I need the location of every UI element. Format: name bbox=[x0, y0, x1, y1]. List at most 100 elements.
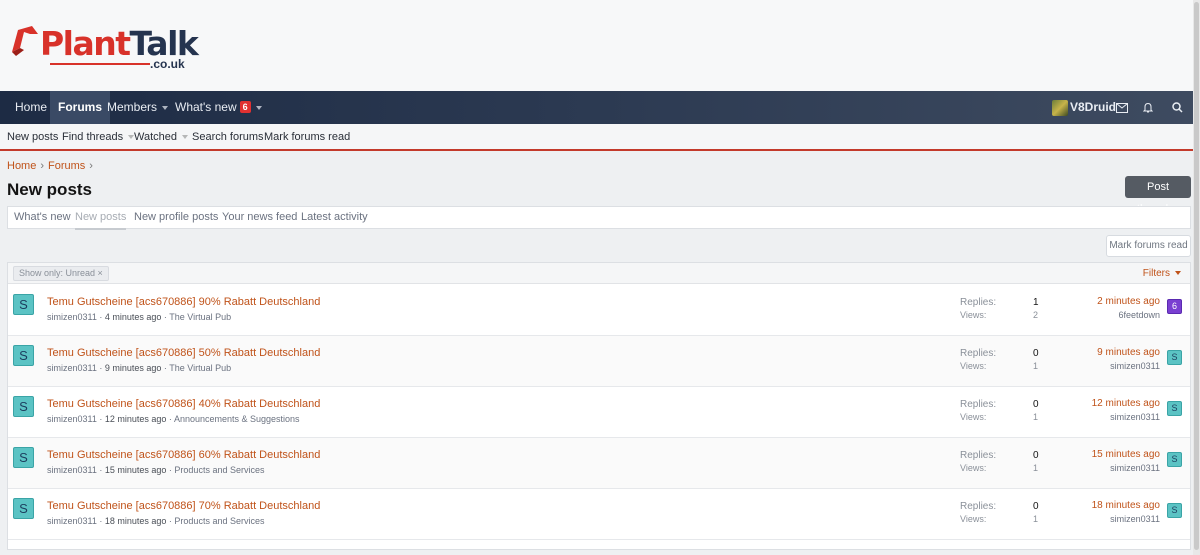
avatar[interactable]: S bbox=[13, 498, 34, 519]
last-post-time[interactable]: 2 minutes ago bbox=[1097, 296, 1160, 307]
bell-icon bbox=[1142, 103, 1154, 113]
thread-list: Show only: Unread × Filters S Temu Gutsc… bbox=[7, 262, 1191, 550]
envelope-icon bbox=[1116, 102, 1128, 113]
inbox-button[interactable] bbox=[1116, 91, 1128, 124]
main-nav: Home Forums Members What's new 6 V8Druid bbox=[0, 91, 1193, 124]
last-poster-avatar[interactable]: 6 bbox=[1167, 299, 1182, 314]
replies-count: 0 bbox=[1033, 399, 1039, 410]
thread-author[interactable]: simizen0311 bbox=[47, 312, 97, 322]
chevron-down-icon bbox=[255, 105, 262, 110]
sub-nav: New posts Find threads Watched Search fo… bbox=[0, 124, 1193, 151]
user-menu[interactable]: V8Druid bbox=[1052, 91, 1116, 124]
thread-title[interactable]: Temu Gutscheine [acs670886] 50% Rabatt D… bbox=[47, 347, 320, 359]
last-post-user[interactable]: simizen0311 bbox=[1110, 361, 1160, 371]
views-label: Views: bbox=[960, 514, 987, 524]
whats-new-badge: 6 bbox=[239, 101, 251, 113]
watched-label: Watched bbox=[134, 131, 178, 143]
replies-count: 0 bbox=[1033, 348, 1039, 359]
avatar[interactable]: S bbox=[13, 396, 34, 417]
last-poster-avatar[interactable]: S bbox=[1167, 503, 1182, 518]
tabs: What's new New posts New profile posts Y… bbox=[7, 206, 1191, 230]
last-post-time[interactable]: 9 minutes ago bbox=[1097, 347, 1160, 358]
scrollbar-thumb[interactable] bbox=[1194, 2, 1199, 550]
thread-author[interactable]: simizen0311 bbox=[47, 465, 97, 475]
last-poster-avatar[interactable]: S bbox=[1167, 401, 1182, 416]
replies-label: Replies: bbox=[960, 348, 997, 359]
nav-whats-new-label: What's new bbox=[175, 100, 237, 114]
nav-members-label: Members bbox=[107, 100, 158, 114]
nav-home-label: Home bbox=[15, 100, 48, 114]
thread-time: 18 minutes ago bbox=[104, 516, 167, 526]
nav-whats-new[interactable]: What's new 6 bbox=[175, 91, 262, 124]
last-post-user[interactable]: simizen0311 bbox=[1110, 463, 1160, 473]
thread-title[interactable]: Temu Gutscheine [acs670886] 60% Rabatt D… bbox=[47, 449, 320, 461]
thread-title[interactable]: Temu Gutscheine [acs670886] 40% Rabatt D… bbox=[47, 398, 320, 410]
last-post-user[interactable]: simizen0311 bbox=[1110, 412, 1160, 422]
thread-time: 4 minutes ago bbox=[104, 312, 162, 322]
last-post-time[interactable]: 12 minutes ago bbox=[1092, 398, 1160, 409]
last-post-user[interactable]: 6feetdown bbox=[1118, 310, 1160, 320]
subnav-watched[interactable]: Watched bbox=[134, 124, 189, 151]
thread-meta: simizen0311 · 15 minutes ago · Products … bbox=[47, 465, 265, 475]
thread-forum[interactable]: The Virtual Pub bbox=[169, 363, 231, 373]
tab-latest-activity[interactable]: Latest activity bbox=[301, 207, 368, 228]
views-count: 1 bbox=[1033, 412, 1039, 422]
breadcrumb-forums[interactable]: Forums bbox=[48, 160, 85, 172]
alerts-button[interactable] bbox=[1142, 91, 1154, 124]
chevron-right-icon: › bbox=[40, 160, 45, 172]
last-poster-avatar[interactable]: S bbox=[1167, 452, 1182, 467]
site-logo[interactable]: PlantTalk .co.uk bbox=[10, 20, 199, 72]
thread-author[interactable]: simizen0311 bbox=[47, 516, 97, 526]
tab-new-profile-posts[interactable]: New profile posts bbox=[134, 207, 218, 228]
breadcrumb-home[interactable]: Home bbox=[7, 160, 36, 172]
avatar[interactable]: S bbox=[13, 294, 34, 315]
search-icon bbox=[1172, 102, 1183, 113]
last-poster-avatar[interactable]: S bbox=[1167, 350, 1182, 365]
filter-chip-unread[interactable]: Show only: Unread × bbox=[13, 266, 109, 281]
tab-your-news-feed[interactable]: Your news feed bbox=[222, 207, 297, 228]
tab-new-posts[interactable]: New posts bbox=[75, 207, 127, 230]
nav-members[interactable]: Members bbox=[107, 91, 169, 124]
thread-forum[interactable]: Products and Services bbox=[174, 465, 264, 475]
last-post-time[interactable]: 18 minutes ago bbox=[1092, 500, 1160, 511]
thread-time: 9 minutes ago bbox=[104, 363, 162, 373]
search-button[interactable] bbox=[1172, 91, 1183, 124]
filters-label: Filters bbox=[1142, 268, 1170, 279]
replies-label: Replies: bbox=[960, 399, 997, 410]
logo-domain: .co.uk bbox=[150, 57, 185, 71]
mark-forums-read-button[interactable]: Mark forums read bbox=[1106, 235, 1191, 257]
replies-label: Replies: bbox=[960, 297, 997, 308]
views-count: 1 bbox=[1033, 463, 1039, 473]
subnav-new-posts[interactable]: New posts bbox=[7, 124, 58, 151]
thread-author[interactable]: simizen0311 bbox=[47, 363, 97, 373]
thread-forum[interactable]: Announcements & Suggestions bbox=[174, 414, 300, 424]
chevron-down-icon bbox=[1175, 271, 1181, 276]
thread-title[interactable]: Temu Gutscheine [acs670886] 70% Rabatt D… bbox=[47, 500, 320, 512]
avatar[interactable]: S bbox=[13, 345, 34, 366]
replies-count: 1 bbox=[1033, 297, 1039, 308]
subnav-find-threads[interactable]: Find threads bbox=[62, 124, 135, 151]
chevron-right-icon: › bbox=[89, 160, 93, 172]
thread-forum[interactable]: Products and Services bbox=[174, 516, 264, 526]
filters-button[interactable]: Filters bbox=[1143, 263, 1181, 284]
subnav-search-forums[interactable]: Search forums bbox=[192, 124, 264, 151]
user-avatar bbox=[1052, 99, 1068, 116]
views-label: Views: bbox=[960, 463, 987, 473]
avatar[interactable]: S bbox=[13, 447, 34, 468]
last-post-time[interactable]: 15 minutes ago bbox=[1092, 449, 1160, 460]
table-row: S Temu Gutscheine [acs670886] 90% Rabatt… bbox=[8, 285, 1190, 336]
table-row: S Temu Gutscheine [acs670886] 40% Rabatt… bbox=[8, 387, 1190, 438]
thread-forum[interactable]: The Virtual Pub bbox=[169, 312, 231, 322]
breadcrumb: Home › Forums › bbox=[7, 160, 97, 172]
chevron-down-icon bbox=[162, 105, 169, 110]
thread-author[interactable]: simizen0311 bbox=[47, 414, 97, 424]
page-scrollbar[interactable] bbox=[1193, 0, 1200, 555]
subnav-mark-forums-read[interactable]: Mark forums read bbox=[264, 124, 350, 151]
post-thread-button[interactable]: Post thread… bbox=[1125, 176, 1191, 215]
nav-forums[interactable]: Forums bbox=[50, 91, 111, 124]
last-post-user[interactable]: simizen0311 bbox=[1110, 514, 1160, 524]
thread-meta: simizen0311 · 4 minutes ago · The Virtua… bbox=[47, 312, 232, 322]
tab-whats-new[interactable]: What's new bbox=[14, 207, 71, 228]
find-threads-label: Find threads bbox=[62, 131, 124, 143]
thread-title[interactable]: Temu Gutscheine [acs670886] 90% Rabatt D… bbox=[47, 296, 320, 308]
